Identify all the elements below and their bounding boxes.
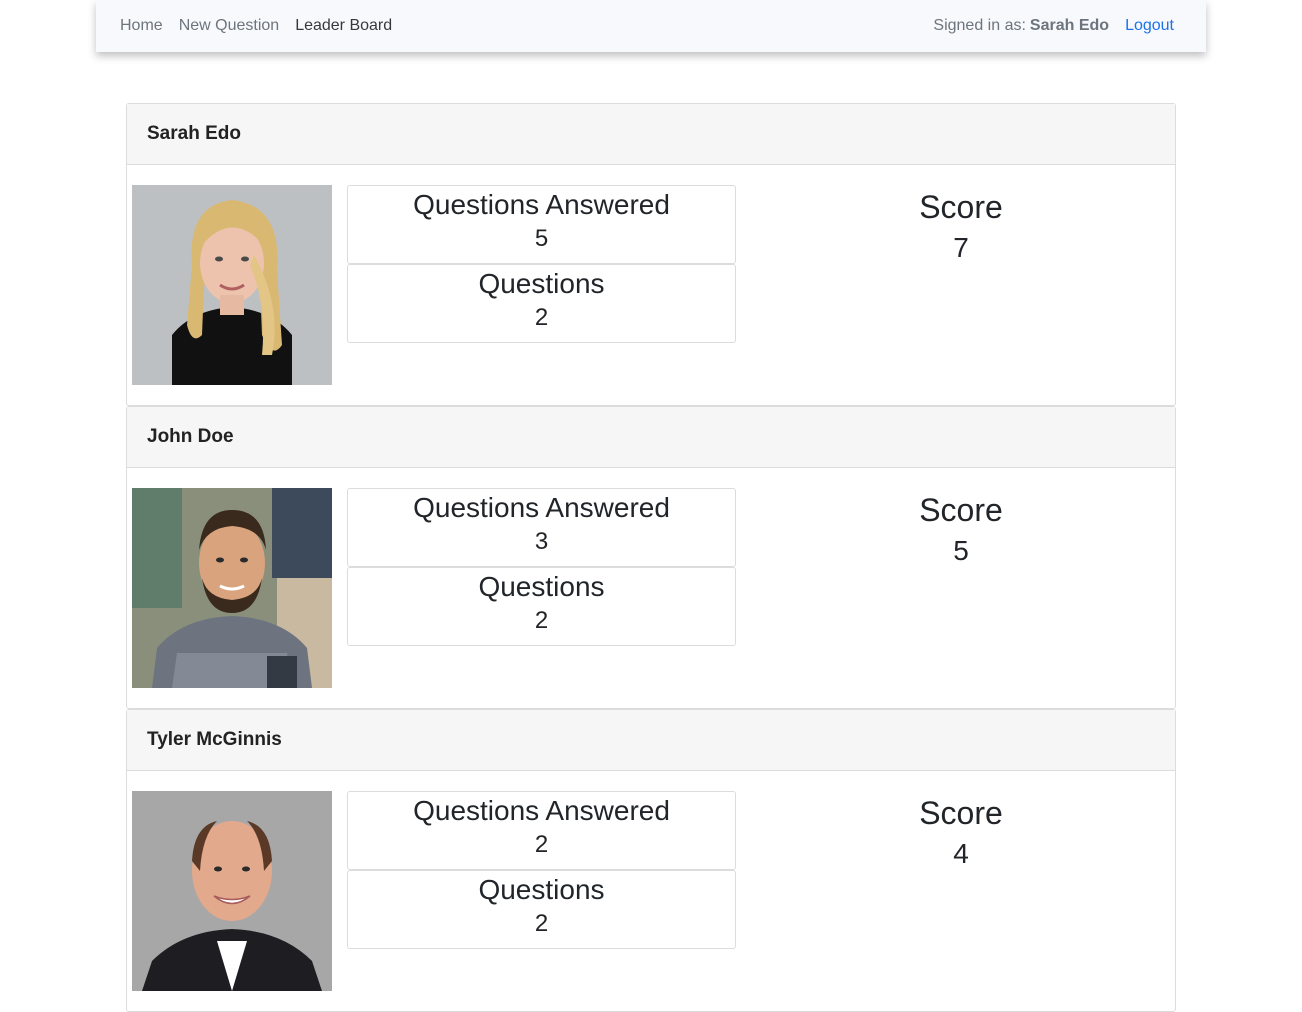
questions-answered-label: Questions Answered [413, 795, 670, 826]
questions-answered-box: Questions Answered 5 [347, 185, 736, 264]
score-panel: Score 7 [861, 188, 1061, 266]
questions-answered-value: 3 [534, 528, 549, 555]
questions-box: Questions 2 [347, 870, 736, 949]
avatar [132, 185, 332, 385]
questions-value: 2 [534, 910, 549, 937]
questions-box: Questions 2 [347, 264, 736, 343]
questions-label: Questions [478, 268, 605, 299]
leaderboard-card: Tyler McGinnis Questions Answered 2 Ques… [126, 709, 1176, 1012]
questions-answered-box: Questions Answered 3 [347, 488, 736, 567]
questions-label: Questions [478, 874, 605, 905]
questions-answered-value: 5 [534, 225, 549, 252]
score-panel: Score 4 [861, 794, 1061, 872]
questions-label: Questions [478, 571, 605, 602]
questions-value: 2 [534, 304, 549, 331]
questions-box: Questions 2 [347, 567, 736, 646]
score-panel: Score 5 [861, 491, 1061, 569]
score-label: Score [919, 189, 1003, 225]
top-navbar: Home New Question Leader Board Signed in… [96, 0, 1206, 52]
avatar [132, 488, 332, 688]
nav-leader-board-link[interactable]: Leader Board [295, 17, 392, 35]
logout-link[interactable]: Logout [1125, 17, 1174, 35]
leaderboard-card: Sarah Edo Questions Answered 5 Questions [126, 103, 1176, 406]
avatar [132, 791, 332, 991]
questions-answered-label: Questions Answered [413, 189, 670, 220]
questions-value: 2 [534, 607, 549, 634]
questions-answered-value: 2 [534, 831, 549, 858]
signed-in-user: Sarah Edo [1029, 17, 1110, 34]
questions-answered-box: Questions Answered 2 [347, 791, 736, 870]
score-label: Score [919, 492, 1003, 528]
card-user-name: Sarah Edo [127, 104, 1175, 165]
score-value: 4 [953, 838, 969, 869]
card-user-name: Tyler McGinnis [127, 710, 1175, 771]
user-status: Signed in as: Sarah Edo Logout [933, 0, 1174, 52]
card-user-name: John Doe [127, 407, 1175, 468]
score-label: Score [919, 795, 1003, 831]
score-value: 5 [953, 535, 969, 566]
leaderboard-card: John Doe Questions Answered 3 Questions … [126, 406, 1176, 709]
leaderboard: Sarah Edo Questions Answered 5 Questions [126, 103, 1176, 1012]
questions-answered-label: Questions Answered [413, 492, 670, 523]
nav-links: Home New Question Leader Board [120, 0, 408, 52]
nav-home-link[interactable]: Home [120, 17, 163, 35]
signed-in-label: Signed in as: [933, 17, 1026, 34]
nav-new-question-link[interactable]: New Question [179, 17, 280, 35]
score-value: 7 [953, 232, 969, 263]
